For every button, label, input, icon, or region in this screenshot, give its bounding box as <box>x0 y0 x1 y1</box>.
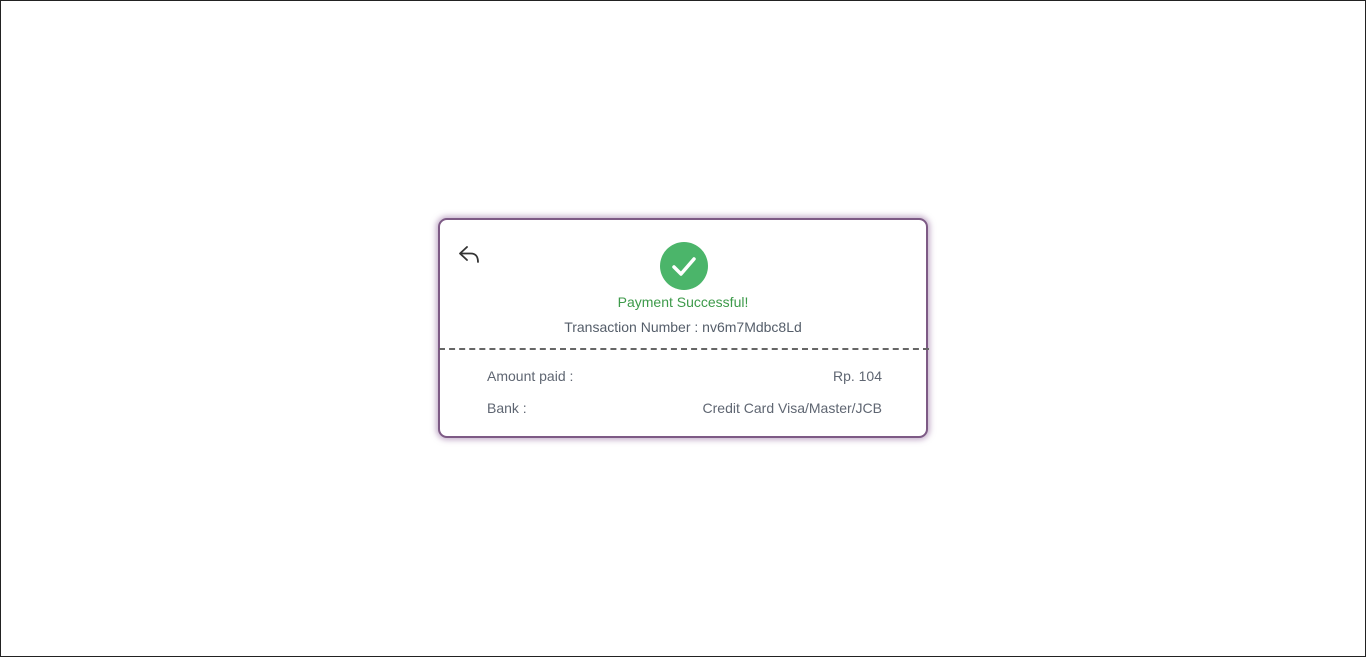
transaction-line: Transaction Number : nv6m7Mdbc8Ld <box>440 319 926 335</box>
back-button[interactable] <box>457 242 483 268</box>
dashed-divider <box>439 348 929 350</box>
bank-label: Bank : <box>487 400 527 416</box>
success-check-icon <box>660 242 708 290</box>
amount-value: Rp. 104 <box>832 368 882 384</box>
amount-label: Amount paid : <box>487 368 574 384</box>
detail-row-amount: Amount paid : Rp. 104 <box>487 368 882 384</box>
payment-receipt-card: Payment Successful! Transaction Number :… <box>438 218 929 438</box>
reply-arrow-icon <box>459 246 479 263</box>
page-frame: Payment Successful! Transaction Number :… <box>0 0 1366 657</box>
payment-status-text: Payment Successful! <box>617 294 749 310</box>
transaction-number: nv6m7Mdbc8Ld <box>702 319 802 335</box>
transaction-label: Transaction Number : <box>564 319 699 335</box>
bank-value: Credit Card Visa/Master/JCB <box>702 400 882 416</box>
detail-row-bank: Bank : Credit Card Visa/Master/JCB <box>487 400 882 416</box>
